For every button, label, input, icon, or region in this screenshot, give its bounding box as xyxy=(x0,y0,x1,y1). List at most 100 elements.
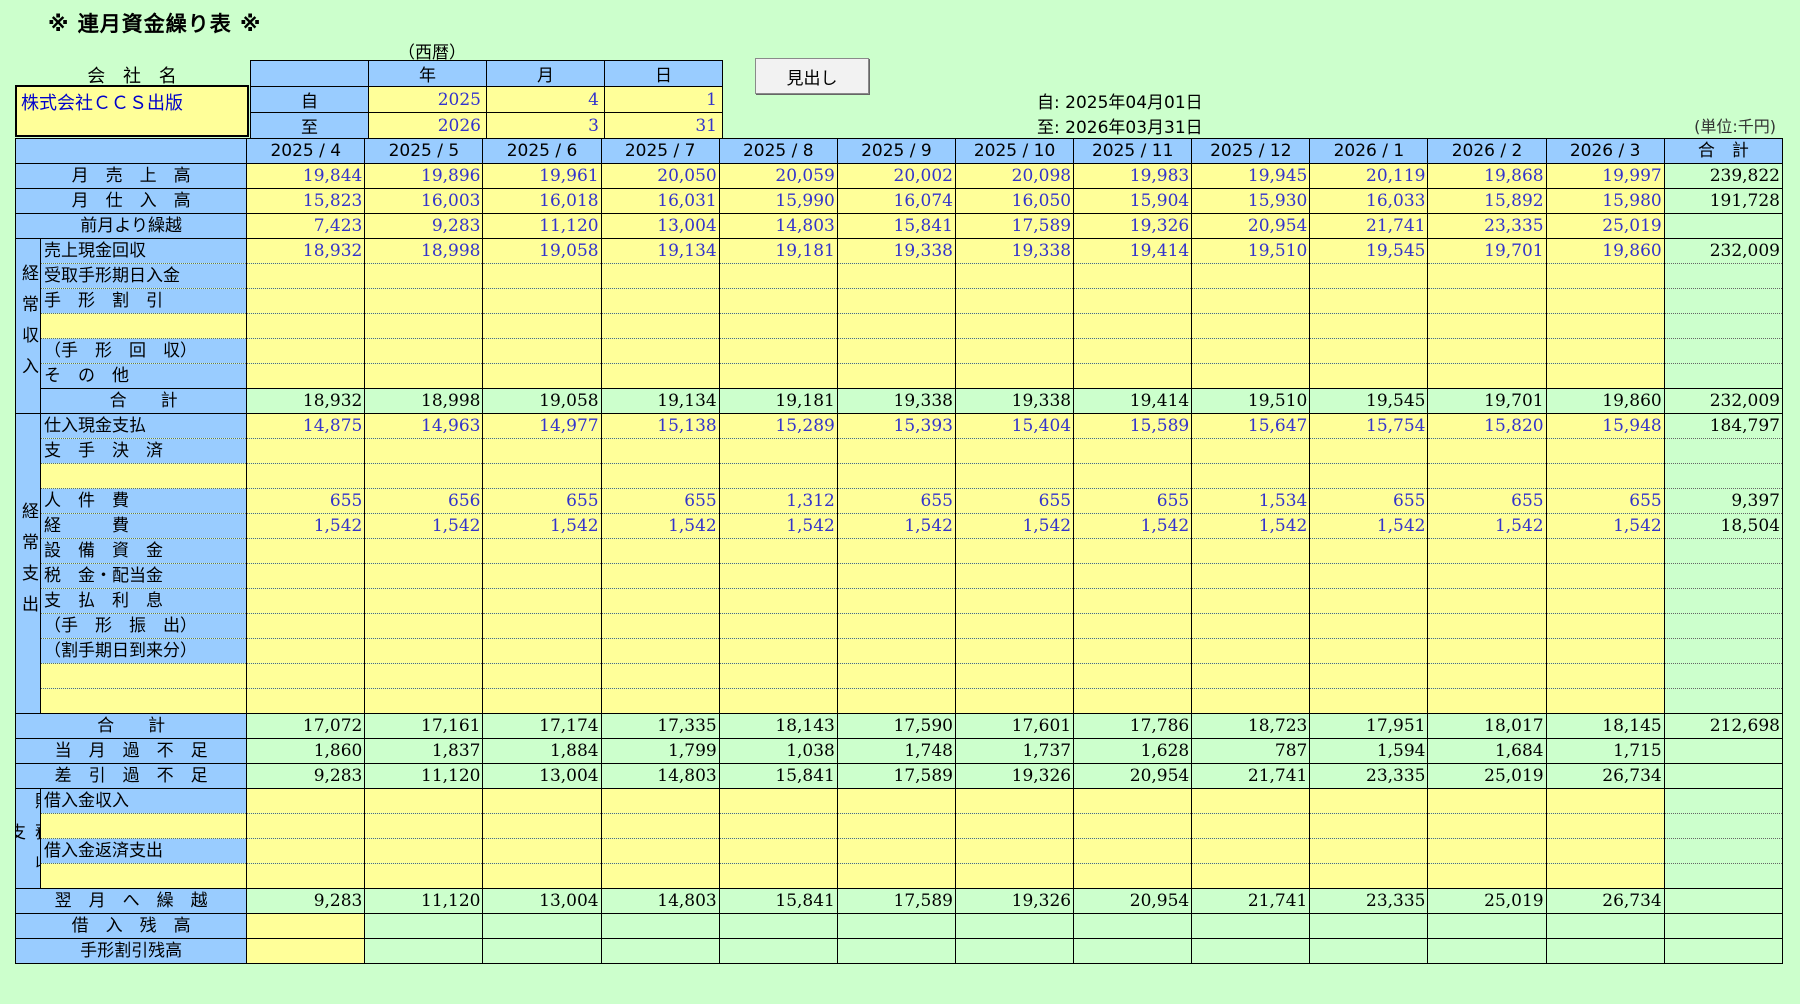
value-cell[interactable] xyxy=(1191,913,1311,939)
value-cell[interactable] xyxy=(600,313,720,339)
value-cell[interactable]: 1,312 xyxy=(718,488,838,514)
value-cell[interactable]: 19,181 xyxy=(718,388,838,414)
value-cell[interactable] xyxy=(1073,463,1193,489)
to-month-cell[interactable]: 3 xyxy=(486,112,605,139)
value-cell[interactable] xyxy=(246,838,366,864)
value-cell[interactable] xyxy=(1309,913,1429,939)
value-cell[interactable] xyxy=(364,613,484,639)
value-cell[interactable] xyxy=(364,363,484,389)
value-cell[interactable]: 15,841 xyxy=(836,213,956,239)
value-cell[interactable] xyxy=(1073,263,1193,289)
value-cell[interactable] xyxy=(836,813,956,839)
value-cell[interactable]: 13,004 xyxy=(600,213,720,239)
value-cell[interactable]: 15,990 xyxy=(718,188,838,214)
value-cell[interactable]: 19,868 xyxy=(1427,163,1547,189)
value-cell[interactable] xyxy=(1073,288,1193,314)
value-cell[interactable]: 655 xyxy=(1545,488,1665,514)
value-cell[interactable]: 19,134 xyxy=(600,388,720,414)
value-cell[interactable]: 1,542 xyxy=(1545,513,1665,539)
value-cell[interactable] xyxy=(1309,288,1429,314)
value-cell[interactable]: 19,961 xyxy=(482,163,602,189)
value-cell[interactable] xyxy=(1309,463,1429,489)
value-cell[interactable] xyxy=(482,938,602,964)
value-cell[interactable] xyxy=(836,363,956,389)
value-cell[interactable]: 14,803 xyxy=(600,888,720,914)
to-day-cell[interactable]: 31 xyxy=(604,112,723,139)
value-cell[interactable]: 19,983 xyxy=(1073,163,1193,189)
value-cell[interactable] xyxy=(364,263,484,289)
value-cell[interactable] xyxy=(836,613,956,639)
value-cell[interactable] xyxy=(246,938,366,964)
value-cell[interactable] xyxy=(1545,938,1665,964)
value-cell[interactable] xyxy=(1545,688,1665,714)
value-cell[interactable] xyxy=(482,613,602,639)
value-cell[interactable] xyxy=(836,563,956,589)
value-cell[interactable]: 14,875 xyxy=(246,413,366,439)
value-cell[interactable] xyxy=(1545,288,1665,314)
value-cell[interactable] xyxy=(718,288,838,314)
value-cell[interactable]: 23,335 xyxy=(1309,763,1429,789)
value-cell[interactable] xyxy=(1309,638,1429,664)
value-cell[interactable] xyxy=(482,338,602,364)
value-cell[interactable]: 25,019 xyxy=(1545,213,1665,239)
value-cell[interactable] xyxy=(1545,463,1665,489)
value-cell[interactable] xyxy=(1545,438,1665,464)
value-cell[interactable]: 19,058 xyxy=(482,388,602,414)
value-cell[interactable]: 19,058 xyxy=(482,238,602,264)
value-cell[interactable]: 9,283 xyxy=(364,213,484,239)
value-cell[interactable] xyxy=(718,838,838,864)
value-cell[interactable] xyxy=(364,288,484,314)
value-cell[interactable] xyxy=(246,613,366,639)
value-cell[interactable] xyxy=(1427,363,1547,389)
value-cell[interactable] xyxy=(1545,263,1665,289)
value-cell[interactable] xyxy=(1309,563,1429,589)
value-cell[interactable]: 19,326 xyxy=(954,888,1075,914)
value-cell[interactable] xyxy=(600,638,720,664)
value-cell[interactable]: 19,338 xyxy=(836,388,956,414)
value-cell[interactable] xyxy=(718,588,838,614)
value-cell[interactable]: 19,701 xyxy=(1427,388,1547,414)
value-cell[interactable] xyxy=(246,438,366,464)
value-cell[interactable] xyxy=(836,913,956,939)
value-cell[interactable]: 14,803 xyxy=(600,763,720,789)
value-cell[interactable] xyxy=(1545,313,1665,339)
value-cell[interactable] xyxy=(1191,538,1311,564)
value-cell[interactable] xyxy=(954,688,1075,714)
value-cell[interactable]: 1,542 xyxy=(954,513,1075,539)
value-cell[interactable] xyxy=(364,688,484,714)
value-cell[interactable] xyxy=(1073,588,1193,614)
value-cell[interactable]: 19,414 xyxy=(1073,388,1193,414)
value-cell[interactable]: 1,542 xyxy=(1427,513,1547,539)
value-cell[interactable] xyxy=(1427,663,1547,689)
value-cell[interactable] xyxy=(836,438,956,464)
value-cell[interactable]: 17,601 xyxy=(954,713,1075,739)
value-cell[interactable] xyxy=(954,563,1075,589)
value-cell[interactable] xyxy=(1545,813,1665,839)
value-cell[interactable]: 11,120 xyxy=(364,888,484,914)
value-cell[interactable] xyxy=(718,688,838,714)
value-cell[interactable] xyxy=(1073,938,1193,964)
value-cell[interactable] xyxy=(1545,863,1665,889)
value-cell[interactable]: 1,542 xyxy=(600,513,720,539)
value-cell[interactable]: 15,820 xyxy=(1427,413,1547,439)
value-cell[interactable] xyxy=(1309,688,1429,714)
value-cell[interactable] xyxy=(1309,663,1429,689)
value-cell[interactable] xyxy=(836,938,956,964)
value-cell[interactable] xyxy=(1427,938,1547,964)
value-cell[interactable] xyxy=(1427,438,1547,464)
value-cell[interactable] xyxy=(246,813,366,839)
from-month-cell[interactable]: 4 xyxy=(486,86,605,113)
value-cell[interactable] xyxy=(1545,613,1665,639)
value-cell[interactable]: 19,338 xyxy=(954,388,1075,414)
value-cell[interactable] xyxy=(1309,813,1429,839)
value-cell[interactable] xyxy=(600,288,720,314)
value-cell[interactable] xyxy=(600,363,720,389)
value-cell[interactable] xyxy=(482,913,602,939)
value-cell[interactable]: 656 xyxy=(364,488,484,514)
value-cell[interactable] xyxy=(482,663,602,689)
value-cell[interactable] xyxy=(1191,288,1311,314)
value-cell[interactable] xyxy=(718,813,838,839)
value-cell[interactable]: 23,335 xyxy=(1427,213,1547,239)
value-cell[interactable] xyxy=(1427,338,1547,364)
value-cell[interactable] xyxy=(1545,913,1665,939)
